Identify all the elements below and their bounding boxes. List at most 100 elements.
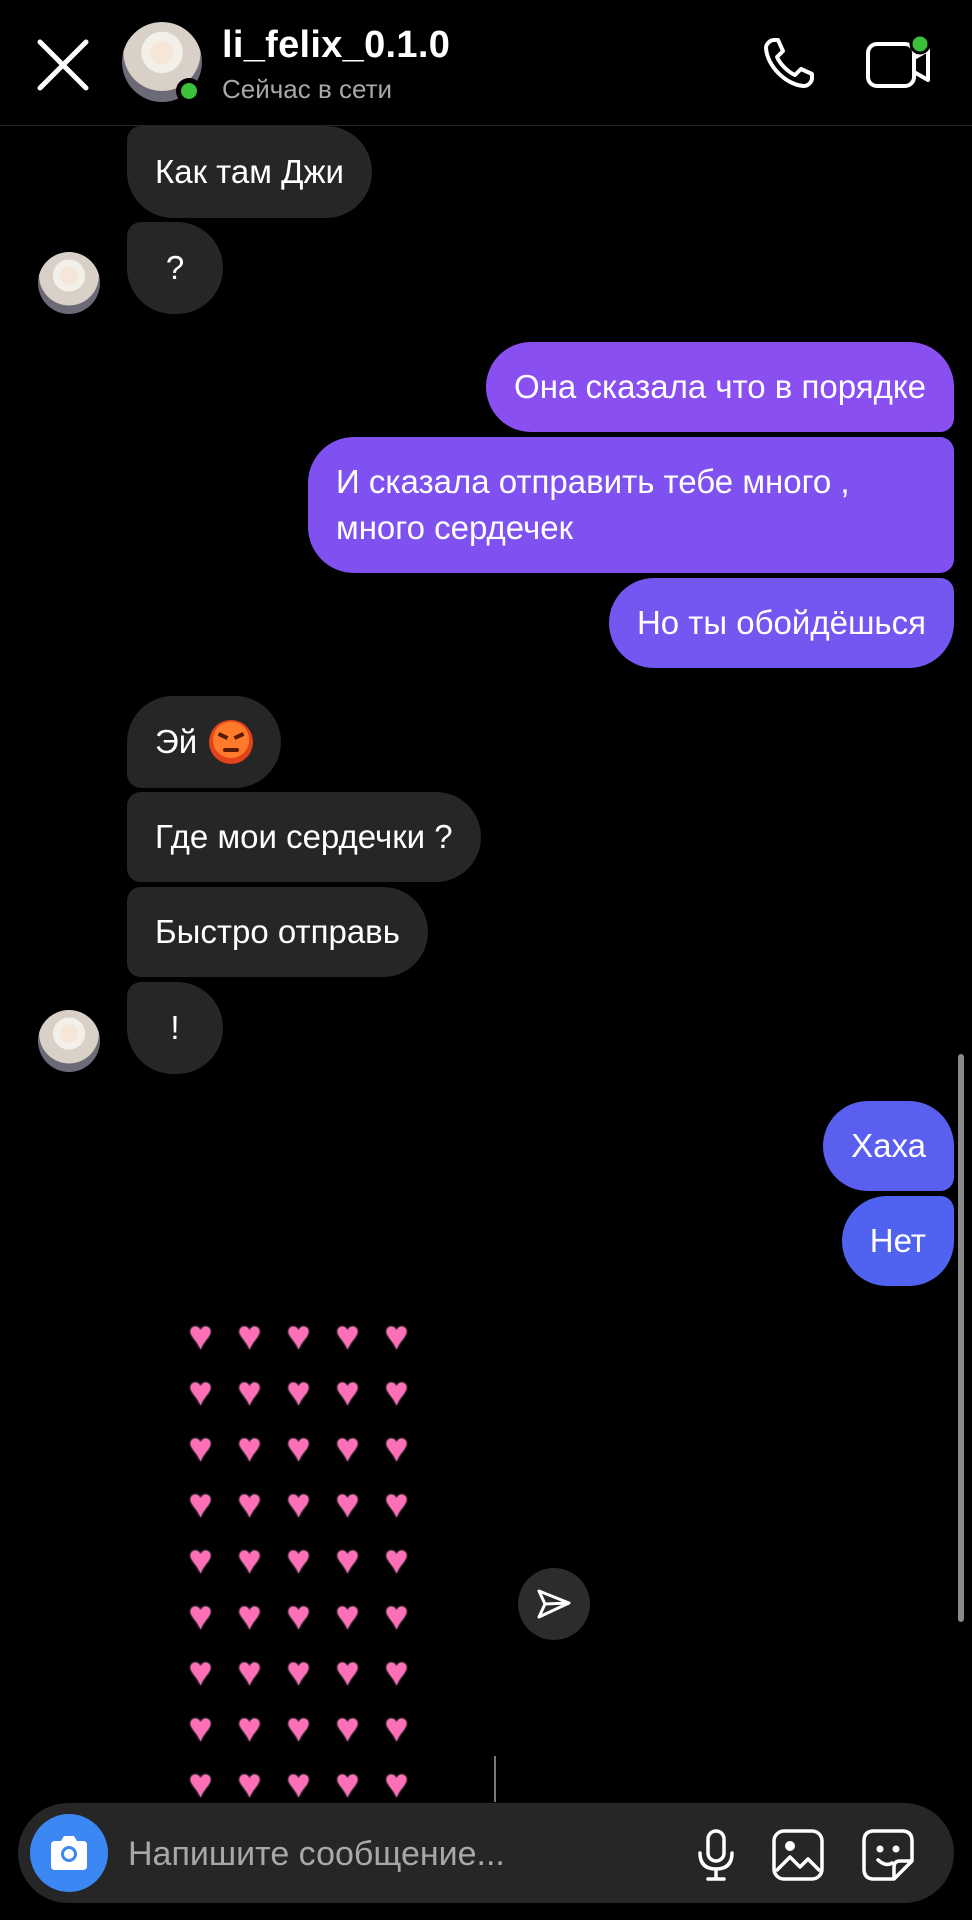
- heart-row: ♥ ♥ ♥ ♥ ♥: [176, 1700, 426, 1756]
- pink-heart-icon: ♥: [384, 1426, 409, 1470]
- outgoing-message[interactable]: Хаха: [823, 1101, 954, 1191]
- close-icon: [37, 39, 89, 91]
- pink-heart-icon: ♥: [237, 1762, 262, 1800]
- heart-row: ♥ ♥ ♥ ♥ ♥: [176, 1308, 426, 1364]
- online-indicator: [176, 78, 202, 104]
- pink-heart-icon: ♥: [237, 1370, 262, 1414]
- sender-avatar[interactable]: [38, 252, 100, 314]
- heart-row: ♥ ♥ ♥ ♥ ♥: [176, 1364, 426, 1420]
- heart-row: ♥ ♥ ♥ ♥ ♥: [176, 1476, 426, 1532]
- heart-row: ♥ ♥ ♥ ♥ ♥: [176, 1532, 426, 1588]
- heart-row: ♥ ♥ ♥ ♥ ♥: [176, 1756, 426, 1800]
- angry-face-icon: [209, 720, 254, 764]
- image-icon: [772, 1829, 824, 1881]
- pink-heart-icon: ♥: [384, 1706, 409, 1750]
- outgoing-message[interactable]: И сказала отправить тебе много , много с…: [308, 437, 954, 573]
- sticker-icon: [862, 1829, 914, 1881]
- text-cursor: [494, 1756, 496, 1802]
- pink-heart-icon: ♥: [188, 1706, 213, 1750]
- message-text: Быстро отправь: [155, 913, 400, 950]
- incoming-message[interactable]: Быстро отправь: [127, 887, 428, 977]
- pink-heart-icon: ♥: [237, 1650, 262, 1694]
- username[interactable]: li_felix_0.1.0: [222, 24, 450, 67]
- gallery-button[interactable]: [770, 1827, 826, 1883]
- pink-heart-icon: ♥: [286, 1594, 311, 1638]
- incoming-message[interactable]: Эй: [127, 696, 282, 788]
- sender-avatar[interactable]: [38, 1010, 100, 1072]
- pink-heart-icon: ♥: [237, 1594, 262, 1638]
- pink-heart-icon: ♥: [188, 1426, 213, 1470]
- pink-heart-icon: ♥: [286, 1538, 311, 1582]
- pink-heart-icon: ♥: [237, 1482, 262, 1526]
- pink-heart-icon: ♥: [335, 1762, 360, 1800]
- paper-plane-icon: [537, 1589, 571, 1619]
- pink-heart-icon: ♥: [335, 1594, 360, 1638]
- pink-heart-icon: ♥: [188, 1370, 213, 1414]
- call-button[interactable]: [758, 34, 818, 94]
- scrollbar[interactable]: [958, 1054, 964, 1622]
- pink-heart-icon: ♥: [188, 1650, 213, 1694]
- pink-heart-icon: ♥: [237, 1706, 262, 1750]
- pink-heart-icon: ♥: [286, 1370, 311, 1414]
- pink-heart-icon: ♥: [286, 1482, 311, 1526]
- pink-heart-icon: ♥: [237, 1314, 262, 1358]
- message-text: Но ты обойдёшься: [636, 604, 926, 641]
- heart-row: ♥ ♥ ♥ ♥ ♥: [176, 1644, 426, 1700]
- pink-heart-icon: ♥: [384, 1594, 409, 1638]
- pink-heart-icon: ♥: [188, 1314, 213, 1358]
- pink-heart-icon: ♥: [335, 1706, 360, 1750]
- heart-row: ♥ ♥ ♥ ♥ ♥: [176, 1588, 426, 1644]
- message-text: !: [170, 1009, 180, 1046]
- close-button[interactable]: [30, 32, 96, 98]
- message-input[interactable]: [126, 1803, 690, 1905]
- pink-heart-icon: ♥: [286, 1650, 311, 1694]
- pink-heart-icon: ♥: [384, 1314, 409, 1358]
- incoming-message[interactable]: Как там Джи: [127, 126, 372, 218]
- incoming-message[interactable]: ?: [127, 222, 223, 314]
- pink-heart-icon: ♥: [286, 1706, 311, 1750]
- camera-icon: [51, 1836, 87, 1870]
- message-text: И сказала отправить тебе много , много с…: [336, 463, 850, 546]
- chat-header: li_felix_0.1.0 Сейчас в сети: [0, 0, 972, 126]
- pink-heart-icon: ♥: [335, 1482, 360, 1526]
- pink-heart-icon: ♥: [335, 1426, 360, 1470]
- message-text: ?: [165, 249, 185, 286]
- phone-icon: [764, 38, 814, 88]
- message-composer: [18, 1803, 954, 1905]
- online-status: Сейчас в сети: [222, 74, 393, 104]
- incoming-message[interactable]: !: [127, 982, 223, 1074]
- pink-heart-icon: ♥: [384, 1762, 409, 1800]
- draft-hearts-preview: ♥ ♥ ♥ ♥ ♥ ♥ ♥ ♥ ♥ ♥ ♥ ♥ ♥ ♥ ♥ ♥ ♥ ♥ ♥ ♥ ♥ ♥ ♥ ♥ ♥ ♥ ♥ ♥ ♥ ♥ ♥ ♥ ♥ ♥ ♥ ♥ ♥ ♥ ♥ ♥…: [176, 1308, 426, 1800]
- video-call-button[interactable]: [864, 33, 936, 94]
- message-text: Как там Джи: [155, 153, 344, 190]
- camera-button[interactable]: [30, 1814, 108, 1892]
- outgoing-message[interactable]: Нет: [841, 1196, 954, 1286]
- pink-heart-icon: ♥: [237, 1426, 262, 1470]
- microphone-button[interactable]: [690, 1827, 742, 1883]
- message-text: Хаха: [851, 1127, 926, 1164]
- send-button[interactable]: [518, 1568, 590, 1640]
- message-text: Эй: [155, 723, 198, 760]
- outgoing-message[interactable]: Но ты обойдёшься: [608, 578, 954, 668]
- pink-heart-icon: ♥: [335, 1314, 360, 1358]
- pink-heart-icon: ♥: [188, 1538, 213, 1582]
- pink-heart-icon: ♥: [335, 1370, 360, 1414]
- pink-heart-icon: ♥: [286, 1314, 311, 1358]
- sticker-button[interactable]: [860, 1827, 916, 1883]
- message-text: Нет: [869, 1222, 926, 1259]
- pink-heart-icon: ♥: [335, 1650, 360, 1694]
- pink-heart-icon: ♥: [237, 1538, 262, 1582]
- microphone-icon: [698, 1829, 734, 1881]
- pink-heart-icon: ♥: [384, 1650, 409, 1694]
- pink-heart-icon: ♥: [335, 1538, 360, 1582]
- message-text: Где мои сердечки ?: [155, 818, 453, 855]
- outgoing-message[interactable]: Она сказала что в порядке: [486, 342, 954, 432]
- pink-heart-icon: ♥: [384, 1482, 409, 1526]
- heart-row: ♥ ♥ ♥ ♥ ♥: [176, 1420, 426, 1476]
- video-camera-icon: [866, 33, 931, 88]
- pink-heart-icon: ♥: [384, 1370, 409, 1414]
- pink-heart-icon: ♥: [286, 1762, 311, 1800]
- incoming-message[interactable]: Где мои сердечки ?: [127, 792, 481, 882]
- message-text: Она сказала что в порядке: [514, 368, 926, 405]
- pink-heart-icon: ♥: [286, 1426, 311, 1470]
